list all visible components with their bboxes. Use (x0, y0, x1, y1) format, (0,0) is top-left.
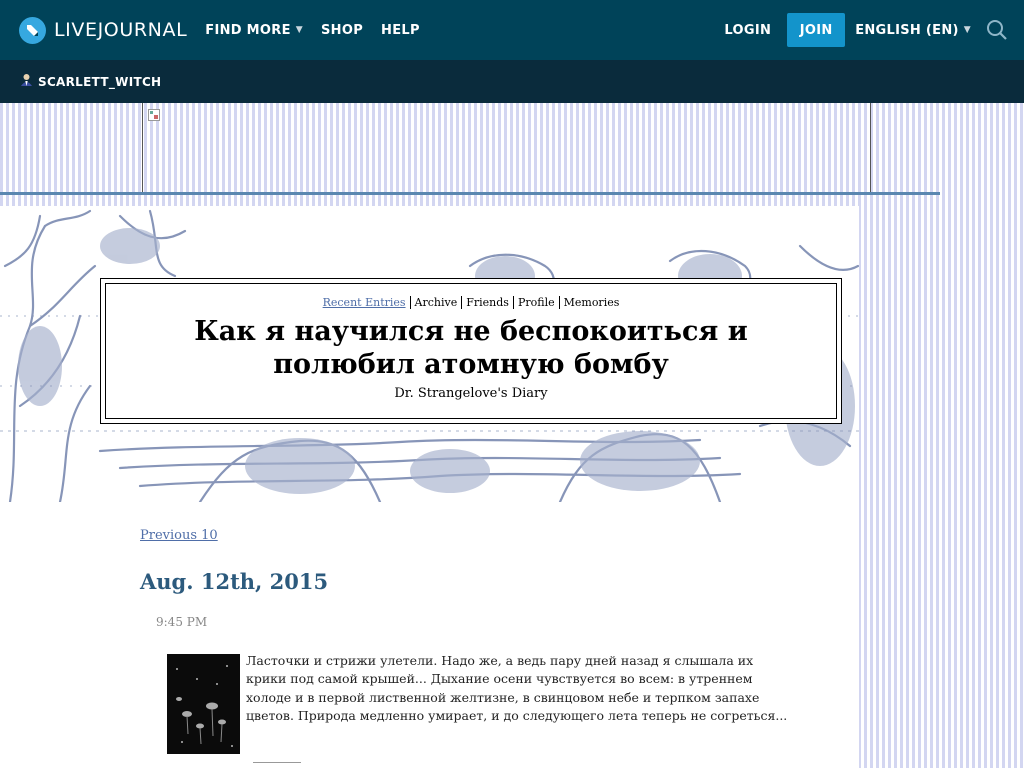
shop-link[interactable]: SHOP (321, 23, 363, 38)
user-icon (20, 72, 33, 91)
find-more-label: FIND MORE (205, 22, 291, 38)
shop-label: SHOP (321, 22, 364, 38)
username: SCARLETT_WITCH (38, 74, 162, 89)
journal-user-link[interactable]: SCARLETT_WITCH (20, 72, 161, 91)
entry-time: 9:45 PM (156, 615, 208, 629)
broken-image-icon (148, 109, 160, 121)
find-more-menu[interactable]: FIND MORE ▼ (205, 23, 303, 38)
chevron-down-icon: ▼ (295, 25, 303, 35)
nav-archive[interactable]: Archive (415, 296, 458, 309)
livejournal-logo[interactable]: LIVEJOURNAL (19, 16, 188, 44)
join-label: JOIN (799, 22, 833, 38)
journal-navigation: Recent Entries Archive Friends Profile Memor… (106, 296, 836, 309)
ad-frame (142, 103, 871, 192)
journal-title-box: Recent Entries Archive Friends Profile Memor… (100, 278, 842, 424)
login-link[interactable]: LOGIN (724, 23, 771, 38)
entry-date: Aug. 12th, 2015 (140, 569, 329, 594)
livejournal-pencil-icon (19, 16, 46, 44)
journal-title-inner: Recent Entries Archive Friends Profile Memor… (105, 283, 837, 419)
language-selector[interactable]: ENGLISH (EN) ▼ (855, 23, 971, 38)
journal-subtitle: Dr. Strangelove's Diary (394, 386, 548, 401)
scalloped-border (0, 192, 940, 195)
language-label: ENGLISH (EN) (855, 22, 959, 38)
entry-divider (253, 762, 301, 763)
help-link[interactable]: HELP (381, 23, 420, 38)
join-button[interactable]: JOIN (787, 13, 846, 47)
nav-friends[interactable]: Friends (466, 296, 509, 309)
auth-controls: LOGIN JOIN ENGLISH (EN) ▼ (724, 0, 1024, 60)
journal-content: Recent Entries Archive Friends Profile Memor… (0, 206, 859, 768)
previous-10-link[interactable]: Previous 10 (140, 528, 218, 543)
chevron-down-icon: ▼ (963, 25, 971, 35)
entry-text: Ласточки и стрижи улетели. Надо же, а ве… (246, 653, 788, 723)
nav-profile[interactable]: Profile (518, 296, 555, 309)
nav-recent-entries[interactable]: Recent Entries (323, 296, 406, 309)
top-navbar: LIVEJOURNAL FIND MORE ▼ SHOP HELP LOGIN … (0, 0, 1024, 60)
search-icon[interactable] (986, 19, 1008, 41)
journal-title: Как я научился не беспокоиться и полюбил… (194, 316, 748, 380)
header-illustration: Recent Entries Archive Friends Profile Memor… (0, 206, 859, 502)
journal-subbar: SCARLETT_WITCH (0, 60, 1024, 103)
nav-memories[interactable]: Memories (564, 296, 620, 309)
entry-userpic[interactable] (167, 654, 240, 754)
help-label: HELP (381, 22, 420, 38)
logo-text: LIVEJOURNAL (54, 19, 188, 41)
